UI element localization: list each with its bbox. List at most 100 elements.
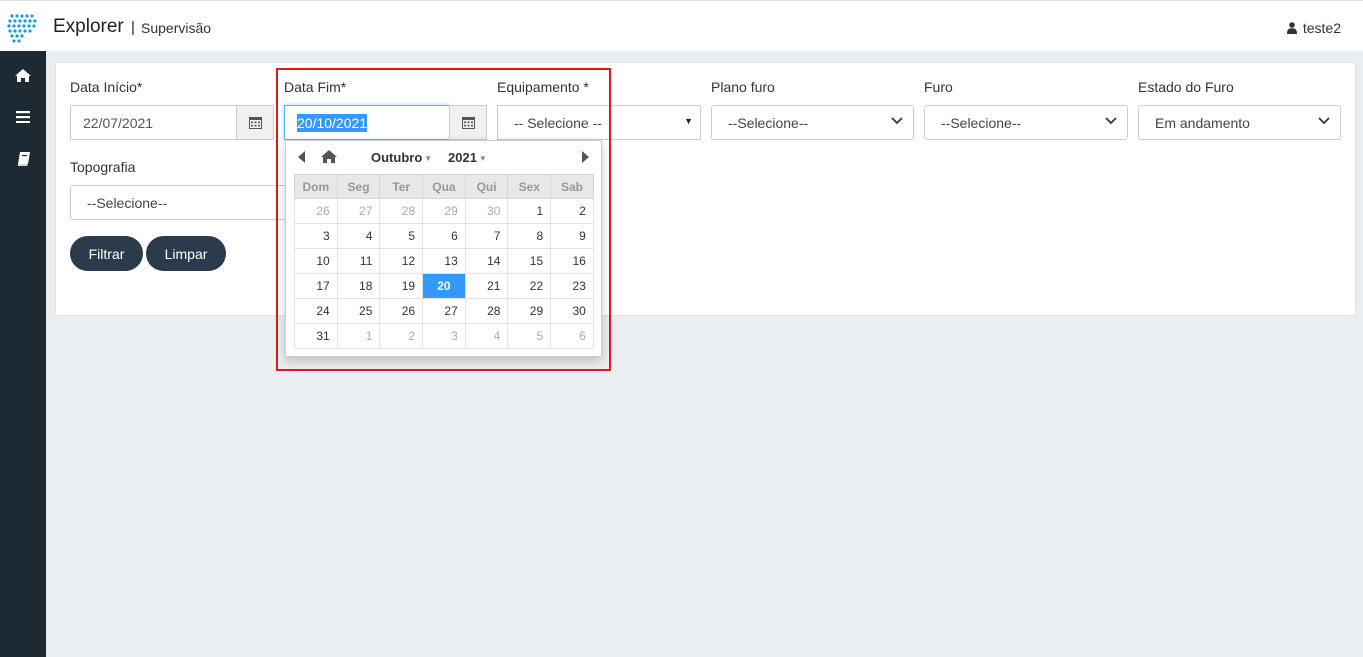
- next-month-icon[interactable]: [582, 151, 589, 163]
- topografia-value: --Selecione--: [87, 194, 168, 211]
- furo-label: Furo: [924, 79, 953, 95]
- day-cell[interactable]: 11: [336, 248, 381, 274]
- day-cell[interactable]: 5: [507, 323, 552, 349]
- day-cell[interactable]: 25: [336, 298, 381, 324]
- prev-month-icon[interactable]: [298, 151, 305, 163]
- day-cell[interactable]: 12: [379, 248, 424, 274]
- day-cell[interactable]: 6: [550, 323, 594, 349]
- home-icon[interactable]: [13, 67, 33, 83]
- day-cell[interactable]: 3: [294, 223, 338, 249]
- plano-furo-label: Plano furo: [711, 79, 775, 95]
- day-cell[interactable]: 16: [550, 248, 594, 274]
- day-cell[interactable]: 22: [507, 273, 552, 299]
- day-cell[interactable]: 8: [507, 223, 552, 249]
- day-cell[interactable]: 27: [422, 298, 466, 324]
- estado-furo-select[interactable]: Em andamento: [1138, 105, 1341, 140]
- day-cell[interactable]: 24: [294, 298, 338, 324]
- logo-icon[interactable]: [6, 12, 38, 44]
- user-name: teste2: [1302, 20, 1341, 36]
- day-cell[interactable]: 17: [294, 273, 338, 299]
- sidebar: [0, 51, 46, 657]
- caret-down-icon: ▼: [424, 154, 433, 163]
- top-bar: Explorer | Supervisão teste2: [0, 0, 1363, 51]
- day-cell[interactable]: 21: [464, 273, 509, 299]
- day-cell[interactable]: 27: [336, 198, 381, 224]
- day-cell[interactable]: 28: [464, 298, 509, 324]
- weekday-header: Sab: [550, 174, 594, 199]
- day-cell[interactable]: 5: [379, 223, 424, 249]
- day-cell[interactable]: 4: [336, 223, 381, 249]
- plano-furo-value: --Selecione--: [728, 114, 809, 131]
- week-row: 31 1 2 3 4 5 6: [294, 323, 594, 349]
- month-label: Outubro: [371, 150, 423, 165]
- week-row: 3 4 5 6 7 8 9: [294, 223, 594, 249]
- selected-day-cell[interactable]: 20: [422, 273, 466, 299]
- day-cell[interactable]: 29: [422, 198, 466, 224]
- weekday-header: Seg: [336, 174, 381, 199]
- year-label: 2021: [448, 150, 477, 165]
- limpar-button[interactable]: Limpar: [146, 236, 226, 271]
- week-row: 17 18 19 20 21 22 23: [294, 273, 594, 299]
- data-inicio-input[interactable]: 22/07/2021: [70, 105, 237, 140]
- user-icon: [1286, 22, 1297, 34]
- day-cell[interactable]: 14: [464, 248, 509, 274]
- topografia-select[interactable]: --Selecione--: [70, 185, 290, 220]
- menu-icon[interactable]: [13, 109, 33, 125]
- day-cell[interactable]: 30: [464, 198, 509, 224]
- day-cell[interactable]: 2: [379, 323, 424, 349]
- week-row: 26 27 28 29 30 1 2: [294, 198, 594, 224]
- data-inicio-calendar-button[interactable]: [236, 105, 274, 140]
- estado-furo-label: Estado do Furo: [1138, 79, 1234, 95]
- day-cell[interactable]: 19: [379, 273, 424, 299]
- chevron-down-icon: [1318, 117, 1330, 125]
- day-cell[interactable]: 26: [379, 298, 424, 324]
- furo-select[interactable]: --Selecione--: [924, 105, 1128, 140]
- app-title: Explorer: [53, 16, 124, 37]
- topografia-label: Topografia: [70, 159, 136, 175]
- furo-value: --Selecione--: [941, 114, 1022, 131]
- day-cell[interactable]: 18: [336, 273, 381, 299]
- day-cell[interactable]: 28: [379, 198, 424, 224]
- today-home-icon[interactable]: [321, 150, 337, 163]
- day-cell[interactable]: 10: [294, 248, 338, 274]
- week-row: 24 25 26 27 28 29 30: [294, 298, 594, 324]
- weekday-header: Sex: [507, 174, 552, 199]
- weekday-row: Dom Seg Ter Qua Qui Sex Sab: [294, 174, 594, 199]
- weekday-header: Dom: [294, 174, 338, 199]
- weekday-header: Qui: [464, 174, 509, 199]
- calendar-icon: [248, 117, 262, 129]
- user-menu[interactable]: teste2: [1286, 20, 1341, 36]
- chevron-down-icon: [1105, 117, 1117, 125]
- book-icon[interactable]: [13, 151, 33, 167]
- title-separator: |: [131, 19, 135, 36]
- caret-down-icon: ▼: [478, 154, 487, 163]
- week-row: 10 11 12 13 14 15 16: [294, 248, 594, 274]
- day-cell[interactable]: 6: [422, 223, 466, 249]
- weekday-header: Ter: [379, 174, 424, 199]
- weekday-header: Qua: [422, 174, 466, 199]
- day-cell[interactable]: 30: [550, 298, 594, 324]
- day-cell[interactable]: 29: [507, 298, 552, 324]
- day-cell[interactable]: 31: [294, 323, 338, 349]
- day-cell[interactable]: 1: [507, 198, 552, 224]
- day-cell[interactable]: 4: [464, 323, 509, 349]
- day-cell[interactable]: 9: [550, 223, 594, 249]
- datepicker-popup: Outubro ▼ 2021 ▼ Dom Seg Ter Qua Qui Sex S…: [285, 140, 602, 357]
- datepicker-header: Outubro ▼ 2021 ▼: [286, 141, 601, 174]
- day-cell[interactable]: 1: [336, 323, 381, 349]
- day-cell[interactable]: 15: [507, 248, 552, 274]
- day-cell[interactable]: 13: [422, 248, 466, 274]
- chevron-down-icon: [891, 117, 903, 125]
- day-cell[interactable]: 3: [422, 323, 466, 349]
- day-cell[interactable]: 26: [294, 198, 338, 224]
- estado-furo-value: Em andamento: [1155, 114, 1250, 131]
- filtrar-button[interactable]: Filtrar: [70, 236, 143, 271]
- month-dropdown[interactable]: Outubro ▼: [371, 150, 432, 165]
- day-cell[interactable]: 23: [550, 273, 594, 299]
- year-dropdown[interactable]: 2021 ▼: [448, 150, 487, 165]
- day-cell[interactable]: 2: [550, 198, 594, 224]
- plano-furo-select[interactable]: --Selecione--: [711, 105, 914, 140]
- app-subtitle: Supervisão: [141, 20, 212, 36]
- day-cell[interactable]: 7: [464, 223, 509, 249]
- data-inicio-label: Data Início*: [70, 79, 143, 95]
